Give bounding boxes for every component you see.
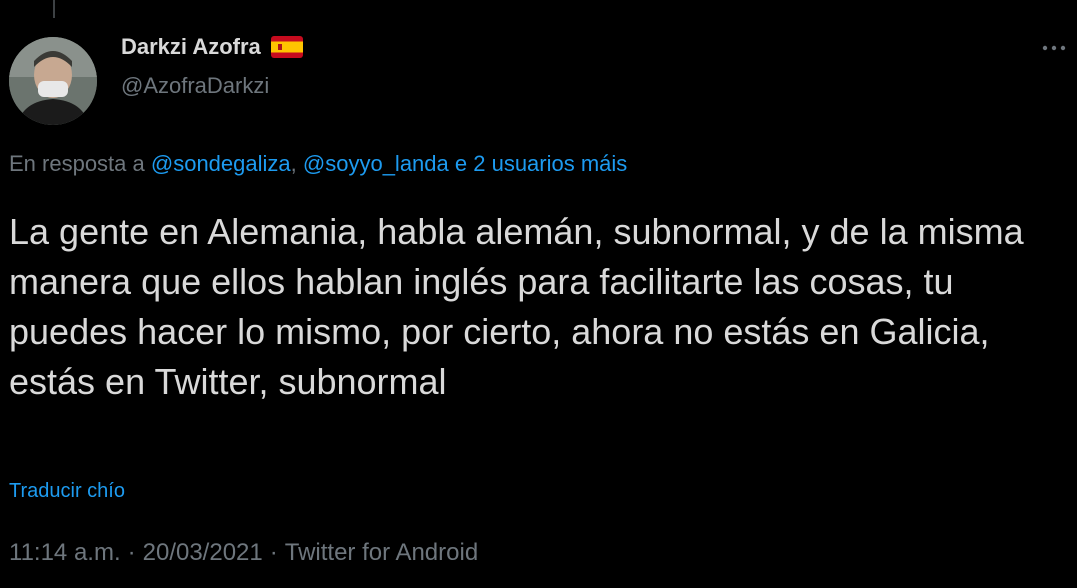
reply-comma: , — [290, 151, 297, 176]
translate-tweet-link[interactable]: Traducir chío — [9, 480, 125, 503]
tweet-time[interactable]: 11:14 a.m. — [9, 539, 121, 566]
author-name-text[interactable]: Darkzi Azofra — [121, 34, 261, 60]
meta-separator: · — [269, 539, 278, 566]
more-options-button[interactable] — [1039, 36, 1069, 60]
tweet-date[interactable]: 20/03/2021 — [143, 539, 263, 566]
other-users-link[interactable]: e 2 usuarios máis — [455, 151, 627, 176]
avatar[interactable] — [9, 37, 97, 125]
profile-photo-avatar — [9, 37, 97, 125]
tweet-source[interactable]: Twitter for Android — [285, 539, 478, 566]
meta-separator: · — [127, 539, 136, 566]
mention-link-sondegaliza[interactable]: @sondegaliza — [151, 151, 291, 176]
thread-connector-line — [53, 0, 55, 18]
tweet-metadata: 11:14 a.m. · 20/03/2021 · Twitter for Androi… — [9, 539, 478, 567]
more-dots-icon — [1042, 45, 1066, 51]
author-display-name[interactable]: Darkzi Azofra — [121, 34, 303, 60]
spain-flag-icon — [270, 36, 303, 58]
reply-context: En resposta a @sondegaliza, @soyyo_landa… — [9, 151, 627, 177]
mention-link-soyyo-landa[interactable]: @soyyo_landa — [303, 151, 449, 176]
author-handle[interactable]: @AzofraDarkzi — [121, 73, 269, 99]
reply-prefix: En resposta a — [9, 151, 145, 176]
tweet-text: La gente en Alemania, habla alemán, subn… — [9, 211, 1024, 402]
